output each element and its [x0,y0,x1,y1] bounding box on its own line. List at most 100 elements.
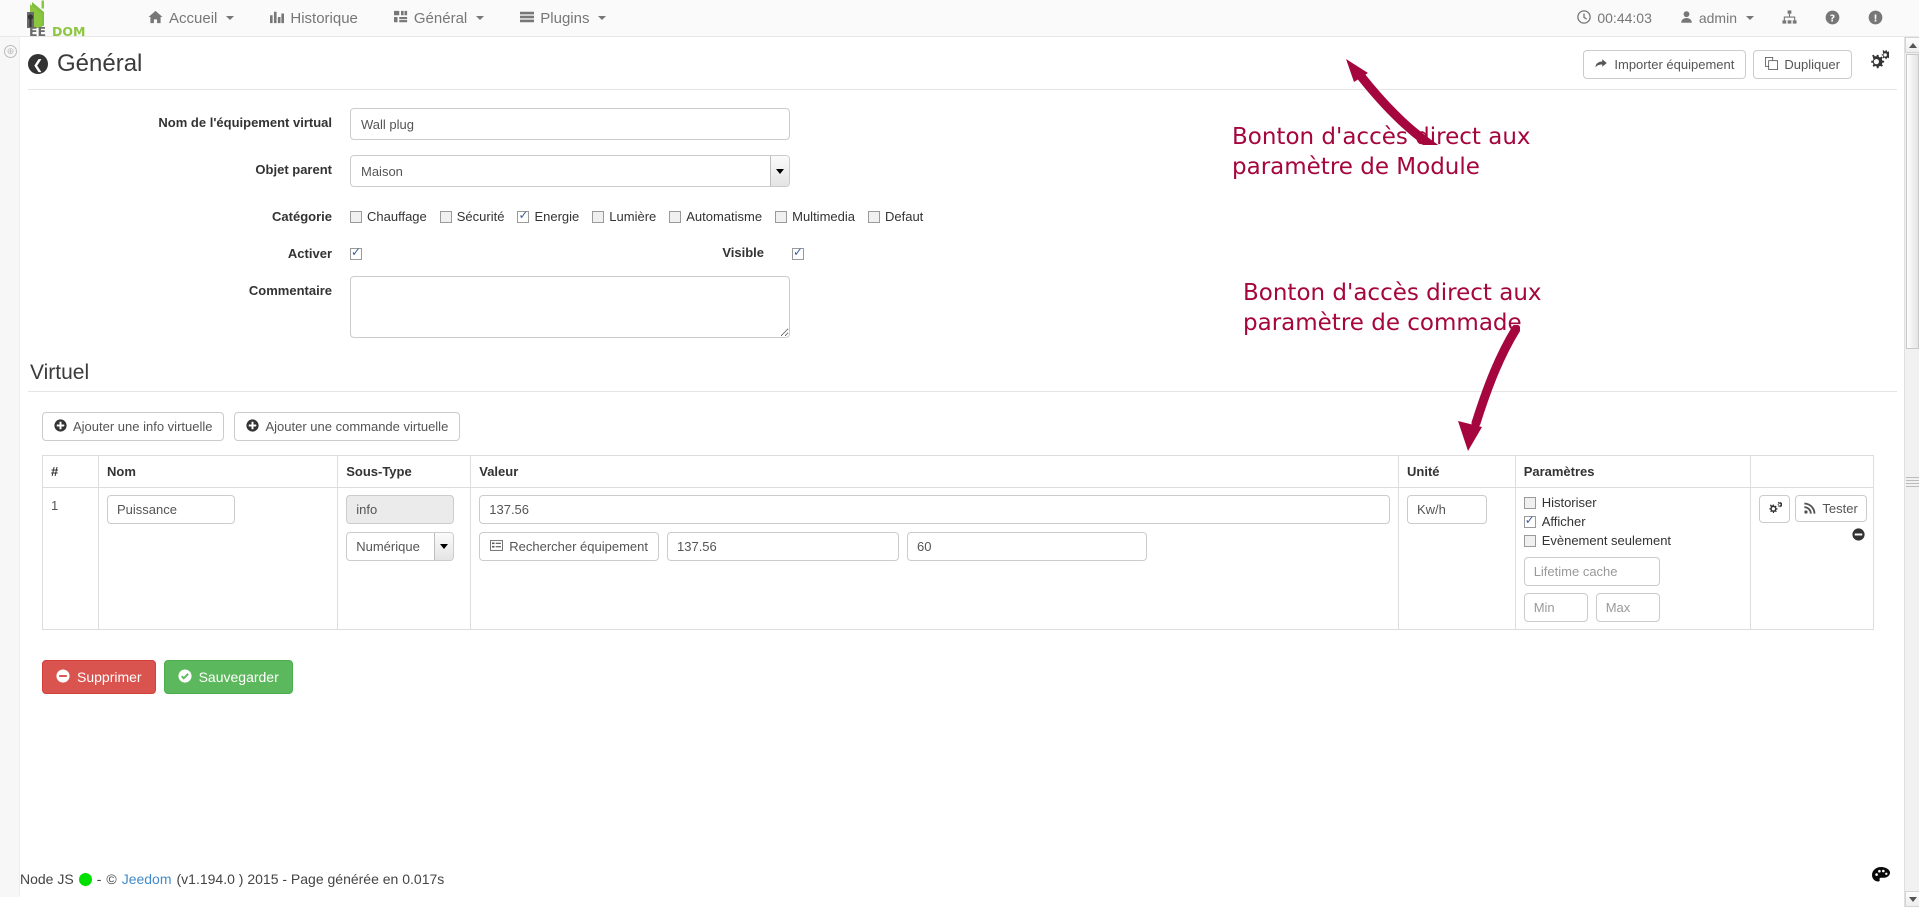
status-indicator [78,872,92,886]
palette-icon[interactable] [1871,866,1891,889]
chevron-down-icon [476,16,485,20]
checkbox-visible[interactable] [792,245,804,260]
search-equipment-label: Rechercher équipement [509,539,648,554]
command-value-input[interactable] [479,495,1390,524]
name-label: Nom de l'équipement virtual [158,115,332,130]
table-header-row: # Nom Sous-Type Valeur Unité Paramètres [42,455,1874,488]
max-input[interactable] [1595,593,1660,622]
help-button[interactable]: ? [1811,0,1854,37]
checkbox-securite[interactable] [439,210,452,223]
command-value3-input[interactable] [907,532,1147,561]
nav-item-plugins[interactable]: Plugins [502,0,624,37]
gears-icon[interactable] [1863,49,1891,79]
copyright-symbol: © [106,871,117,887]
category-energie[interactable]: Energie [517,208,580,224]
svg-text:DOM: DOM [52,24,85,38]
main-content: ❮ Général Importer équipement Dupliquer [20,37,1905,694]
add-virtual-info-button[interactable]: Ajouter une info virtuelle [42,412,225,441]
nav-item-historique[interactable]: Historique [252,0,376,37]
command-unit-input[interactable] [1407,495,1487,524]
add-virtual-command-button[interactable]: Ajouter une commande virtuelle [234,412,461,441]
copy-icon [1765,56,1779,72]
page-title-text: Général [57,50,143,77]
page-body: ⊕ ❮ Général Importer équipement Duplique… [0,37,1919,897]
min-input[interactable] [1523,593,1588,622]
checkbox-automatisme[interactable] [669,210,682,223]
checkbox-activer[interactable] [350,245,362,260]
remove-command-button[interactable] [1759,528,1865,544]
scroll-up-button[interactable] [1905,37,1919,53]
save-button[interactable]: Sauvegarder [163,660,293,694]
user-menu[interactable]: admin [1666,0,1768,37]
network-button[interactable] [1768,0,1811,37]
import-equipment-label: Importer équipement [1614,56,1735,72]
rss-icon [1804,502,1816,516]
category-chauffage[interactable]: Chauffage [350,209,427,224]
chevron-down-icon [1746,16,1754,20]
nav-item-accueil[interactable]: Accueil [130,0,252,37]
page-scrollbar[interactable] [1904,37,1919,907]
checkbox-historiser[interactable] [1523,496,1536,509]
command-value2-input[interactable] [667,532,899,561]
info-button[interactable]: ! [1854,0,1897,37]
virtuel-section-title: Virtuel [28,356,1897,392]
equipment-name-input[interactable] [350,108,790,140]
checkbox-multimedia[interactable] [775,210,788,223]
col-unite: Unité [1398,455,1516,488]
form-actions: Supprimer Sauvegarder [20,630,1905,694]
param-afficher[interactable]: Afficher [1523,513,1743,529]
category-automatisme[interactable]: Automatisme [669,209,762,224]
category-securite[interactable]: Sécurité [439,209,504,224]
grid-icon [393,10,408,27]
param-evenement-label: Evènement seulement [1541,533,1672,548]
category-lumiere[interactable]: Lumière [592,209,656,224]
category-multimedia[interactable]: Multimedia [775,209,855,224]
param-historiser[interactable]: Historiser [1523,495,1743,510]
search-equipment-button[interactable]: Rechercher équipement [479,532,659,561]
command-config-button[interactable] [1759,495,1791,523]
scrollbar-grip[interactable] [1906,477,1919,487]
nav-item-general[interactable]: Général [376,0,502,37]
minus-circle-icon [56,669,70,685]
delete-label: Supprimer [77,669,142,685]
scroll-down-button[interactable] [1905,891,1919,907]
comment-label: Commentaire [248,283,332,298]
test-command-button[interactable]: Tester [1795,495,1867,522]
chevron-down-icon [598,16,607,20]
param-evenement-seulement[interactable]: Evènement seulement [1523,533,1743,548]
test-command-label: Tester [1822,501,1858,516]
command-name-input[interactable] [107,495,235,524]
checkbox-evenement-seulement[interactable] [1523,534,1536,547]
category-defaut[interactable]: Defaut [867,209,923,224]
table-row: 1 Numérique [42,487,1874,630]
checkbox-defaut[interactable] [867,210,880,223]
checkbox-afficher[interactable] [1523,513,1536,528]
lifetime-cache-input[interactable] [1523,557,1660,586]
command-subtype-select[interactable]: Numérique [346,532,455,561]
save-label: Sauvegarder [198,669,279,685]
category-label: Catégorie [272,209,332,224]
scrollbar-thumb[interactable] [1906,54,1919,349]
parent-object-select[interactable]: Maison [350,155,790,187]
category-energie-label: Energie [534,209,580,224]
collapse-rail-button[interactable]: ⊕ [4,45,17,58]
checkbox-chauffage[interactable] [350,210,362,223]
footer-separator: - [96,871,102,887]
jeedom-link[interactable]: Jeedom [122,871,172,887]
parent-object-label: Objet parent [255,162,332,177]
user-icon [1680,10,1693,26]
check-circle-icon [178,669,192,685]
checkbox-lumiere[interactable] [592,210,605,223]
page-title: ❮ Général [28,50,142,78]
import-equipment-button[interactable]: Importer équipement [1583,49,1747,79]
comment-textarea[interactable] [350,276,790,338]
arrow-circle-left-icon[interactable]: ❮ [28,54,48,74]
svg-text:?: ? [1830,13,1835,24]
list-alt-icon [490,540,504,553]
delete-button[interactable]: Supprimer [42,660,156,694]
category-multimedia-label: Multimedia [792,209,855,224]
duplicate-button[interactable]: Dupliquer [1753,49,1852,79]
form-row-comment: Commentaire [20,276,1905,341]
jeedom-logo[interactable]: EE DOM [18,0,100,38]
checkbox-energie[interactable] [517,208,530,223]
